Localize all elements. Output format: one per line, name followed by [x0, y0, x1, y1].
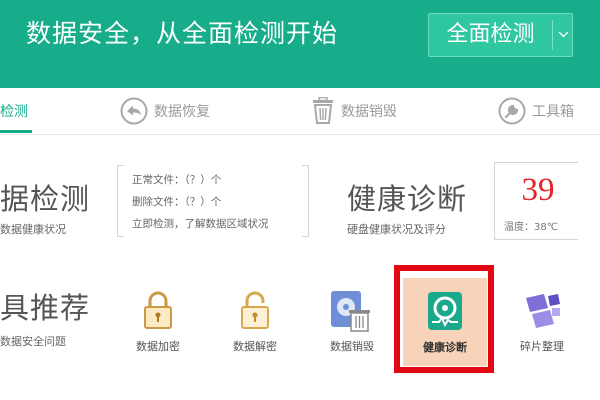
deleted-files-count: 删除文件：（？）个: [132, 196, 222, 208]
recommend-title: 具推荐: [0, 291, 91, 325]
info-bracket-left: [117, 165, 124, 237]
tool-data-destroy-label: 数据销毁: [330, 340, 374, 353]
trash-icon: [313, 97, 333, 124]
info-bracket-right: [302, 165, 309, 237]
full-scan-button[interactable]: 全面检测: [428, 13, 573, 57]
tab-toolbox-label: 工具箱: [532, 104, 574, 120]
tool-data-decrypt-label: 数据解密: [233, 340, 277, 353]
temperature-label: 温度：38℃: [504, 222, 558, 233]
tool-data-destroy[interactable]: 数据销毁: [317, 286, 387, 356]
tab-data-destroy[interactable]: 数据销毁: [311, 88, 397, 134]
header-title: 数据安全，从全面检测开始: [26, 19, 339, 48]
temperature-value: 39: [521, 172, 555, 208]
wrench-icon: [498, 97, 526, 125]
disk-trash-icon: [331, 291, 370, 332]
data-check-title: 据检测: [0, 182, 91, 216]
lock-open-icon: [241, 291, 269, 329]
health-title: 健康诊断: [347, 182, 468, 216]
tool-defrag-label: 碎片整理: [520, 340, 564, 353]
back-arrow-icon: [120, 97, 148, 125]
normal-files-count: 正常文件：（？）个: [132, 174, 222, 186]
scan-hint-text: 立即检测，了解数据区域状况: [132, 218, 269, 230]
tab-check[interactable]: 检测: [0, 88, 28, 134]
tab-check-label: 检测: [0, 104, 28, 120]
recommend-subtitle: 数据安全问题: [0, 335, 66, 348]
data-check-subtitle: 数据健康状况: [0, 223, 66, 236]
highlight-box: [394, 265, 494, 373]
defrag-icon: [526, 294, 560, 328]
tab-toolbox[interactable]: 工具箱: [498, 88, 574, 134]
tab-data-recovery[interactable]: 数据恢复: [120, 88, 210, 134]
health-subtitle: 硬盘健康状况及评分: [347, 223, 446, 236]
tab-data-recovery-label: 数据恢复: [154, 104, 210, 120]
tool-data-encrypt[interactable]: 数据加密: [123, 286, 193, 356]
lock-closed-icon: [144, 291, 172, 329]
tab-active-indicator: [0, 130, 32, 133]
tool-defrag[interactable]: 碎片整理: [507, 286, 577, 356]
tab-data-destroy-label: 数据销毁: [341, 104, 397, 120]
scan-button-divider: [552, 20, 553, 50]
tool-data-encrypt-label: 数据加密: [136, 340, 180, 353]
chevron-down-icon[interactable]: [555, 14, 572, 56]
tool-data-decrypt[interactable]: 数据解密: [220, 286, 290, 356]
full-scan-button-label: 全面检测: [446, 22, 535, 47]
